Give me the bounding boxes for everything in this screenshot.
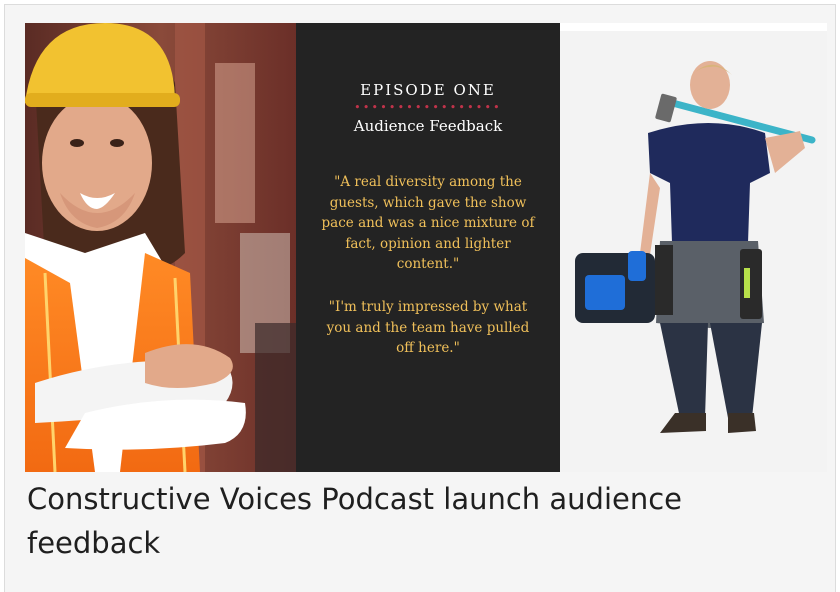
- media-card: EPISODE ONE ••••••••••••••••• Audience F…: [4, 4, 836, 592]
- feedback-quote: "I'm truly impressed by what you and the…: [326, 299, 530, 356]
- episode-title: EPISODE ONE: [360, 81, 496, 99]
- panel-subtitle: Audience Feedback: [353, 117, 503, 135]
- episode-feedback-panel: EPISODE ONE ••••••••••••••••• Audience F…: [296, 23, 560, 472]
- tradesman-photo: [560, 23, 827, 472]
- woman-engineer-photo: [25, 23, 296, 472]
- image-caption: Constructive Voices Podcast launch audie…: [27, 482, 683, 560]
- feedback-banner-image[interactable]: EPISODE ONE ••••••••••••••••• Audience F…: [25, 23, 827, 472]
- dotted-divider: •••••••••••••••••: [354, 101, 502, 114]
- feedback-quote: "A real diversity among the guests, whic…: [321, 174, 535, 272]
